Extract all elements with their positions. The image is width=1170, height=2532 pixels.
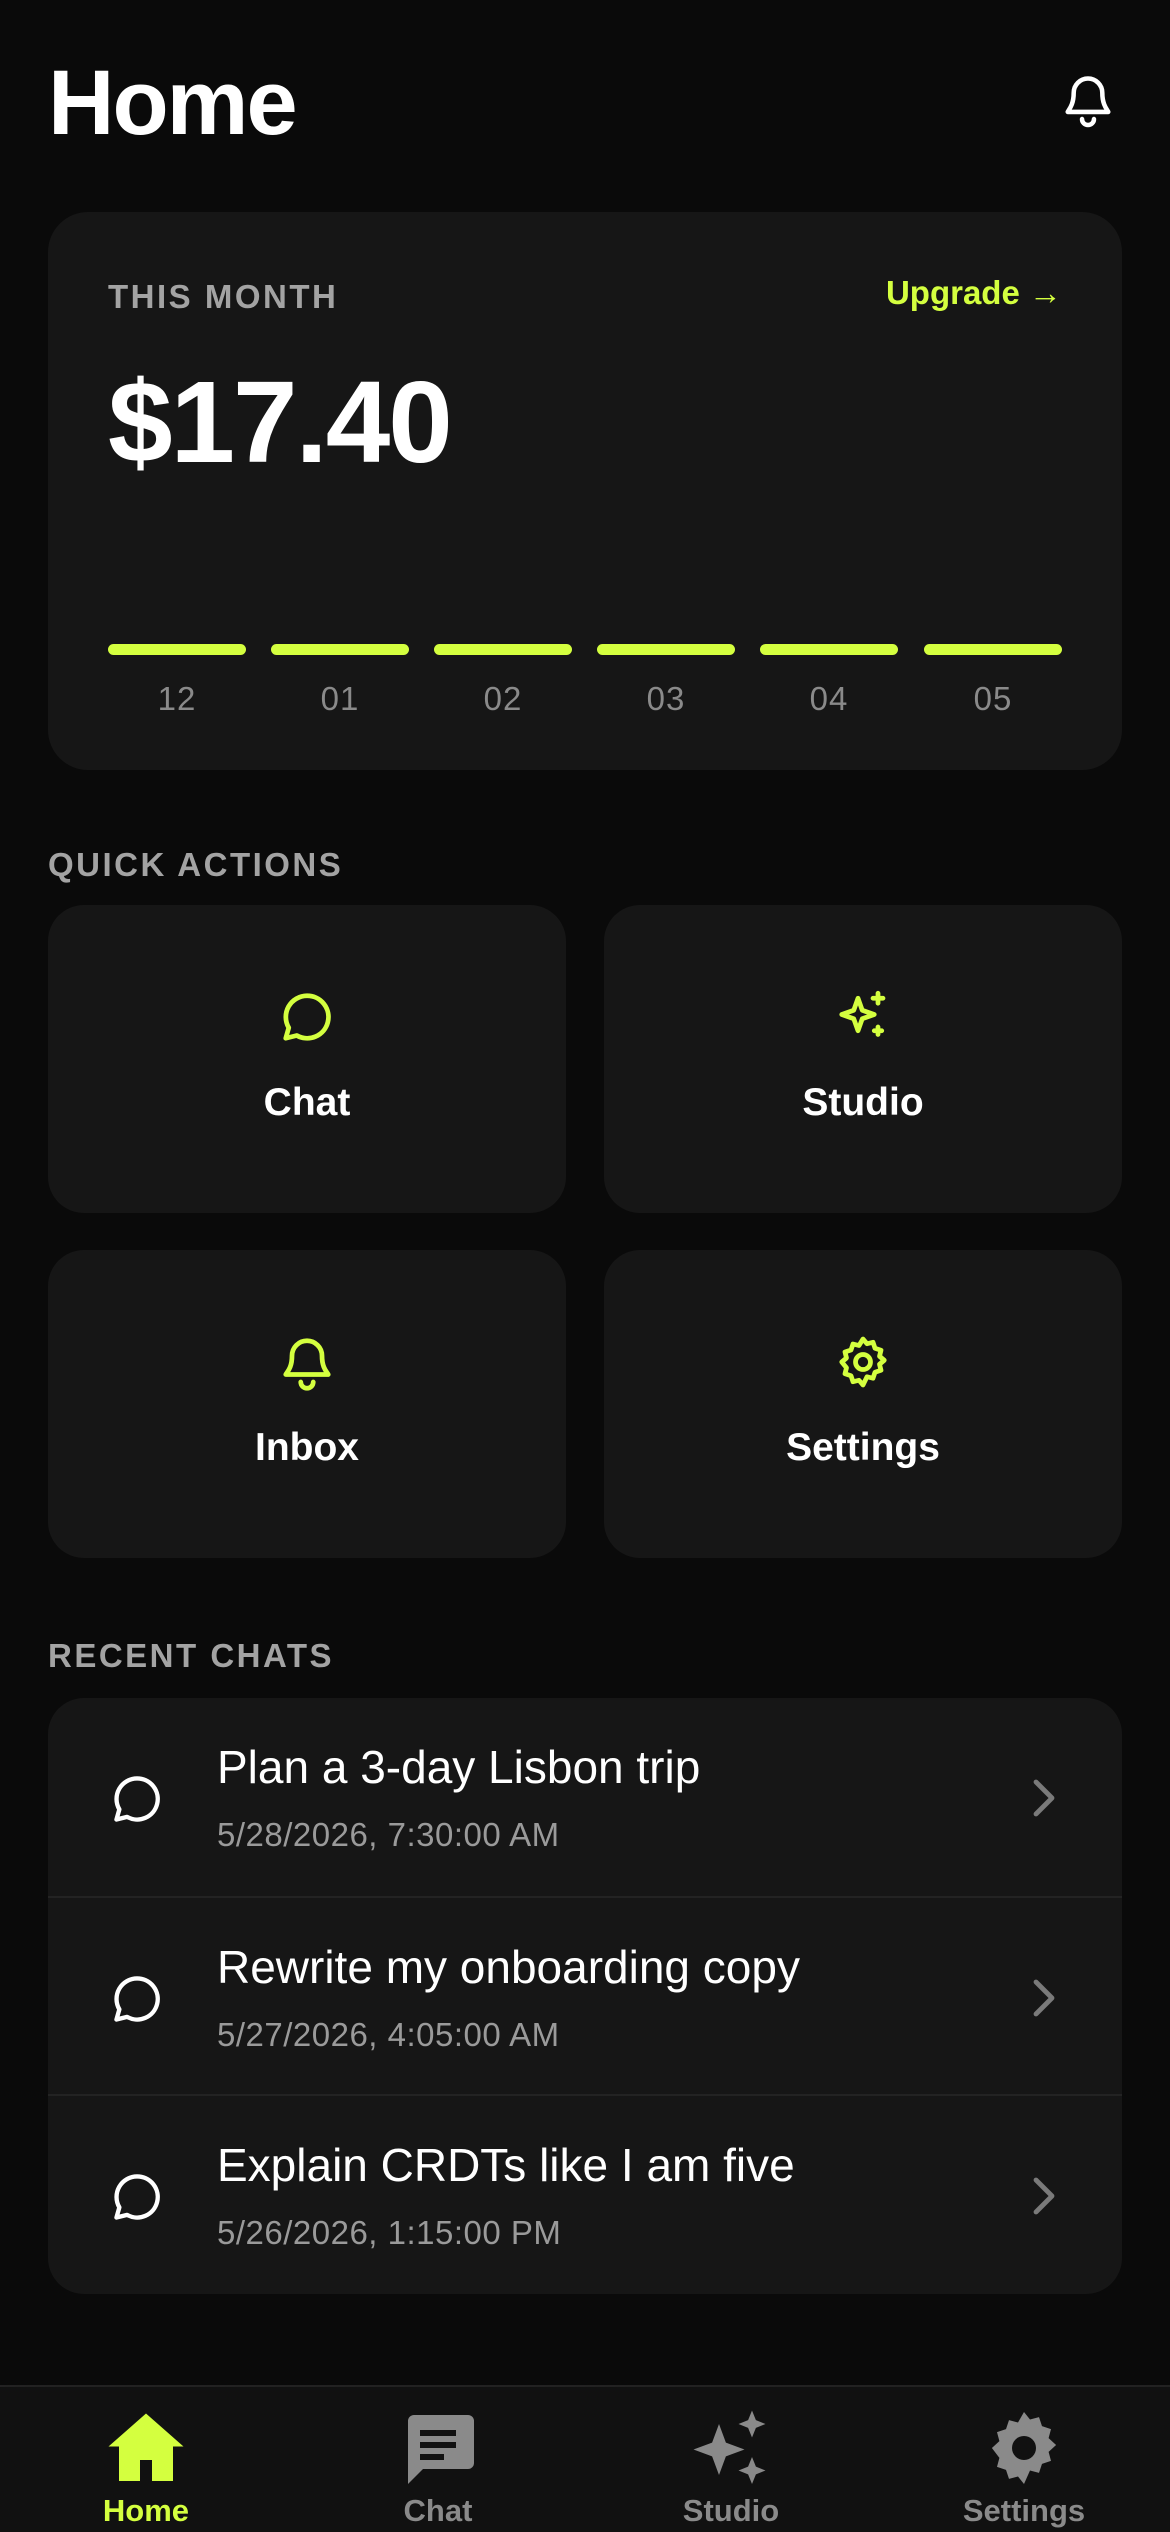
tab-studio[interactable]: Studio <box>585 2387 877 2532</box>
upgrade-link[interactable]: Upgrade → <box>886 274 1062 312</box>
tab-label: Home <box>102 2493 190 2528</box>
tab-label: Studio <box>682 2493 780 2528</box>
quick-action-label: Settings <box>786 1426 940 1469</box>
chat-bubble-icon <box>114 2174 160 2220</box>
monthly-usage-card: THIS MONTH Upgrade → $17.40 12 01 02 03 … <box>48 212 1122 770</box>
month-label: THIS MONTH <box>108 278 339 315</box>
tab-chat[interactable]: Chat <box>292 2387 584 2532</box>
chat-timestamp: 5/28/2026, 7:30:00 AM <box>217 1816 560 1853</box>
quick-action-label: Inbox <box>255 1426 359 1469</box>
quick-action-label: Studio <box>802 1081 924 1124</box>
tab-bar: Home Chat Studio Settings <box>0 2385 1170 2532</box>
chat-list-item[interactable]: Plan a 3-day Lisbon trip 5/28/2026, 7:30… <box>48 1698 1122 1896</box>
bar-label: 03 <box>646 680 686 717</box>
usage-bar: 04 <box>760 644 898 724</box>
recent-chats-heading: RECENT CHATS <box>48 1637 335 1674</box>
chat-bubble-icon <box>114 1776 160 1822</box>
bar-label: 12 <box>157 680 197 717</box>
sparkles-icon <box>693 2410 766 2484</box>
usage-bar: 05 <box>924 644 1062 724</box>
recent-chats-list: Plan a 3-day Lisbon trip 5/28/2026, 7:30… <box>48 1698 1122 2294</box>
tab-label: Settings <box>962 2493 1086 2528</box>
chat-list-item[interactable]: Rewrite my onboarding copy 5/27/2026, 4:… <box>48 1896 1122 2094</box>
chat-title: Rewrite my onboarding copy <box>217 1941 800 1993</box>
sparkles-icon <box>839 990 886 1037</box>
chat-bubble-icon <box>283 993 331 1041</box>
month-amount: $17.40 <box>108 357 453 487</box>
quick-action-label: Chat <box>263 1081 351 1124</box>
chevron-right-icon <box>1033 2177 1055 2215</box>
quick-action-chat[interactable]: Chat <box>48 905 566 1213</box>
usage-bars: 12 01 02 03 04 05 <box>108 644 1062 724</box>
bar-label: 01 <box>320 680 360 717</box>
chat-timestamp: 5/26/2026, 1:15:00 PM <box>217 2214 562 2251</box>
chat-title: Explain CRDTs like I am five <box>217 2139 795 2191</box>
home-screen: Home THIS MONTH Upgrade → $17.40 12 01 0… <box>0 0 1170 2532</box>
chevron-right-icon <box>1033 1779 1055 1817</box>
chevron-right-icon <box>1033 1979 1055 2017</box>
tab-label: Chat <box>403 2493 473 2528</box>
gear-icon <box>991 2412 1057 2484</box>
home-icon <box>108 2413 184 2481</box>
bell-icon <box>283 1338 331 1391</box>
quick-action-settings[interactable]: Settings <box>604 1250 1122 1558</box>
usage-bar: 01 <box>271 644 409 724</box>
bar-label: 04 <box>809 680 849 717</box>
message-icon <box>408 2415 474 2484</box>
quick-action-inbox[interactable]: Inbox <box>48 1250 566 1558</box>
quick-actions-heading: QUICK ACTIONS <box>48 846 344 883</box>
bar-label: 02 <box>483 680 523 717</box>
gear-icon <box>839 1336 887 1388</box>
chat-title: Plan a 3-day Lisbon trip <box>217 1741 701 1793</box>
chat-bubble-icon <box>114 1976 160 2022</box>
page-title: Home <box>48 52 298 154</box>
usage-bar: 12 <box>108 644 246 724</box>
bar-label: 05 <box>973 680 1013 717</box>
chat-timestamp: 5/27/2026, 4:05:00 AM <box>217 2016 560 2053</box>
chat-list-item[interactable]: Explain CRDTs like I am five 5/26/2026, … <box>48 2094 1122 2292</box>
usage-bar: 02 <box>434 644 572 724</box>
header: Home <box>48 48 1122 158</box>
tab-home[interactable]: Home <box>0 2387 292 2532</box>
bell-icon <box>1065 76 1111 128</box>
quick-action-studio[interactable]: Studio <box>604 905 1122 1213</box>
notifications-button[interactable] <box>1054 66 1122 134</box>
tab-settings[interactable]: Settings <box>878 2387 1170 2532</box>
usage-bar: 03 <box>597 644 735 724</box>
